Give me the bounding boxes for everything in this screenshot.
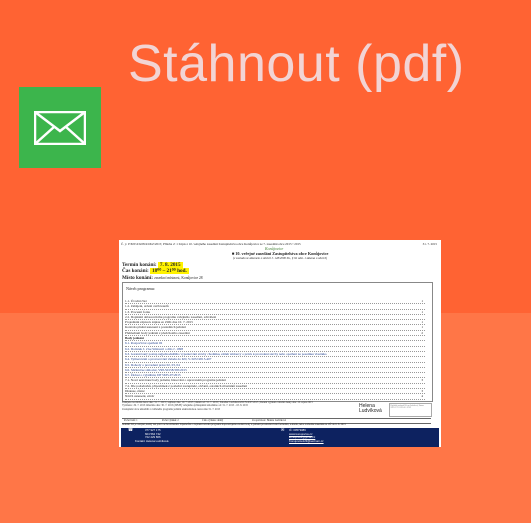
contact-person: Kontakt: Helena Ludvíková	[135, 438, 169, 443]
program-item: Návrh usnesení, závěr 4	[125, 394, 425, 400]
program-item-page: 3	[421, 378, 423, 383]
program-item-text: Body jednání	[125, 336, 144, 341]
program-item-text: Návrh usnesení, závěr	[125, 394, 155, 399]
publication-note: Zastupitelé obce umožnili z ověřeného pr…	[122, 407, 221, 411]
download-pdf-link[interactable]: Stáhnout (pdf)	[128, 38, 465, 90]
time-label: Čas konání:	[122, 268, 149, 275]
place-value: zasedací místnost, Konůjovice 28	[154, 275, 203, 280]
public-note: Jednání ZO je veřejné, každý má právo se…	[122, 423, 431, 426]
doc-subtitle: (v souladu se zákonem o obcích č. 128/20…	[232, 256, 328, 260]
phone-icon: ☎	[128, 428, 133, 432]
program-item-text: 2.2. Doplnění ohlasu návrhu programu veř…	[125, 314, 217, 319]
contact-bar: ☎ 377 927 175 604 564 742 722 229 806 Ko…	[121, 428, 439, 447]
program-box: Návrh programu: 1.1. Úvodní část 1 1.2. Za…	[122, 282, 433, 402]
program-item-page: 1	[421, 299, 423, 303]
program-item-text: 6.6. Sdělení ke smlouvě, V98-S0158/395/2…	[125, 367, 187, 372]
digital-signature-box: Digitálně podepsal Helena Ludvíková, Dat…	[389, 403, 432, 417]
signature-last-name: Ludvíková	[359, 408, 382, 414]
publication-notes: Zahájeno na úřední desce dne: 31. 7. 201…	[122, 401, 352, 411]
program-item-page: 1	[421, 320, 423, 325]
doc-header-date: 31. 7. 2015	[422, 242, 437, 246]
program-item-text: 1.3. Procesní fornu	[125, 309, 151, 314]
email-icon: ✉	[281, 428, 285, 432]
program-item-text: 1.1. Úvodní část	[125, 299, 147, 303]
program-title: Návrh programu:	[126, 286, 155, 291]
mail-envelope-icon	[34, 111, 86, 145]
program-item-text: 6.3. Garantovaný postup nejjednoduššího …	[125, 351, 327, 356]
program-item-text: 7.1. Nové uzavírané body jednání, hlasov…	[125, 378, 226, 383]
time-value: 18⁰⁰ – 21⁰⁰ hod.	[149, 268, 189, 275]
program-item-page: 3	[421, 389, 423, 394]
program-item-text: Projednání zápisu k zápisu ze ZOK dne 10…	[125, 320, 193, 325]
doc-header-left: Č. j.: P/MV-63228-9/ObZ/2015; Příloha 2:…	[121, 242, 301, 246]
program-item-page: 1	[421, 325, 423, 330]
program-item-text: 6.1. Rozpočtové opatření 02	[125, 341, 163, 346]
program-item-page: 1	[421, 309, 423, 314]
meeting-meta: Termín konání: 7. 8. 2015 Čas konání: 18…	[122, 262, 203, 281]
program-list: 1.1. Úvodní část 1 1.2. Zahájení, určení o…	[125, 299, 425, 400]
program-item-text: 7.2. Dle požadavků, připomínek z posledn…	[125, 383, 248, 388]
program-item-text: 6.7. Žádost o vyjádření, DP 5635-07/2015	[125, 373, 181, 378]
contact-phones: 377 927 175 604 564 742 722 229 806 Kont…	[135, 428, 169, 443]
signature: Helena Ludvíková	[359, 404, 382, 414]
mail-button[interactable]	[19, 87, 101, 168]
program-item-text: Diskuse, různé	[125, 389, 145, 394]
program-item-text: Kontrola plnění usnesení z posledních je…	[125, 325, 186, 330]
program-item-text: Přehlednutí body jednání z předchozího z…	[125, 330, 190, 335]
document-preview[interactable]: Č. j.: P/MV-63228-9/ObZ/2015; Příloha 2:…	[119, 240, 441, 447]
public-note-text: Jednání ZO je veřejné, každý má právo se…	[122, 423, 346, 426]
program-item-page: 4	[421, 394, 423, 399]
email-link-secondary[interactable]: Konujovice123@seznam.cz	[289, 439, 324, 444]
program-item-page: 2	[421, 330, 423, 335]
contact-online: IČ: 00573086 www.konujovice.cz konujovic…	[289, 428, 324, 444]
program-item-text: 1.2. Zahájení, určení ověřovatelů	[125, 304, 169, 309]
program-item-text: 6.5. Dohody o provedení práce 02, 03, 04	[125, 362, 180, 367]
program-item-text: 6.2. Dodatek č. 2 ke Smlouvě o dílo č. 1…	[125, 346, 183, 351]
place-label: Místo konání:	[122, 274, 153, 281]
program-item-text: 6.4. Vymezování o provozování vkladu do …	[125, 357, 212, 362]
